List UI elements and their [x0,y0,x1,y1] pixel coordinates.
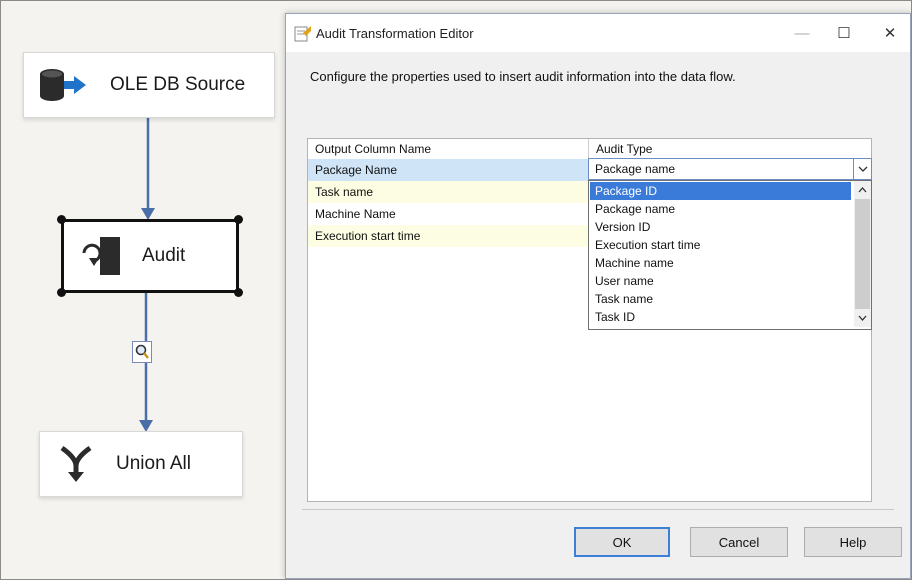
output-column-name-cell[interactable]: Package Name [308,159,588,181]
title-bar[interactable]: Audit Transformation Editor — ☐ ✕ [286,14,910,52]
audit-type-dropdown-list[interactable]: Package ID Package name Version ID Execu… [588,180,872,330]
dropdown-option[interactable]: User name [590,272,851,290]
dropdown-option[interactable]: Execution start time [590,236,851,254]
data-flow-canvas: OLE DB Source Audit Union All Audit Tran… [0,0,912,580]
dropdown-option[interactable]: Task ID [590,308,851,326]
column-header-audit-type[interactable]: Audit Type [596,139,652,159]
union-all-label: Union All [116,453,191,474]
instructions-text: Configure the properties used to insert … [310,69,736,84]
output-column-name-cell[interactable]: Execution start time [308,225,588,247]
resize-handle-br[interactable] [234,288,243,297]
dialog-title: Audit Transformation Editor [316,26,474,41]
maximize-button[interactable]: ☐ [826,20,862,46]
audit-transformation-editor-dialog: Audit Transformation Editor — ☐ ✕ Config… [285,13,911,579]
audit-node[interactable]: Audit [57,215,243,297]
dropdown-option[interactable]: Machine name [590,254,851,272]
union-all-icon [60,445,92,482]
output-column-name-cell[interactable]: Machine Name [308,203,588,225]
resize-handle-tl[interactable] [57,215,66,224]
resize-handle-tr[interactable] [234,215,243,224]
audit-transform-icon [82,237,120,275]
dropdown-option[interactable]: Package name [590,200,851,218]
close-button[interactable]: ✕ [872,20,908,46]
divider [302,509,894,510]
ok-button[interactable]: OK [574,527,670,557]
minimize-button[interactable]: — [784,20,820,46]
ole-db-source-label: OLE DB Source [110,74,246,95]
audit-label: Audit [142,245,186,266]
dropdown-option[interactable]: Version ID [590,218,851,236]
scroll-down-icon[interactable] [854,310,871,326]
dropdown-option-selected[interactable]: Package ID [590,182,851,200]
audit-type-combobox-value: Package name [595,162,676,176]
column-header-output-name[interactable]: Output Column Name [315,139,431,159]
audit-editor-app-icon [294,26,311,42]
database-source-icon [40,69,86,101]
help-button[interactable]: Help [804,527,902,557]
output-column-name-cell[interactable]: Task name [308,181,588,203]
ole-db-source-node[interactable]: OLE DB Source [23,52,275,118]
dropdown-option[interactable]: Task name [590,290,851,308]
audit-type-combobox[interactable]: Package name [588,158,872,180]
dropdown-scrollbar[interactable] [854,181,871,327]
magnifier-icon[interactable] [132,341,152,363]
scrollbar-thumb[interactable] [855,199,870,309]
chevron-down-icon[interactable] [853,159,871,179]
resize-handle-bl[interactable] [57,288,66,297]
union-all-node[interactable]: Union All [39,431,243,497]
cancel-button[interactable]: Cancel [690,527,788,557]
scroll-up-icon[interactable] [854,182,871,198]
